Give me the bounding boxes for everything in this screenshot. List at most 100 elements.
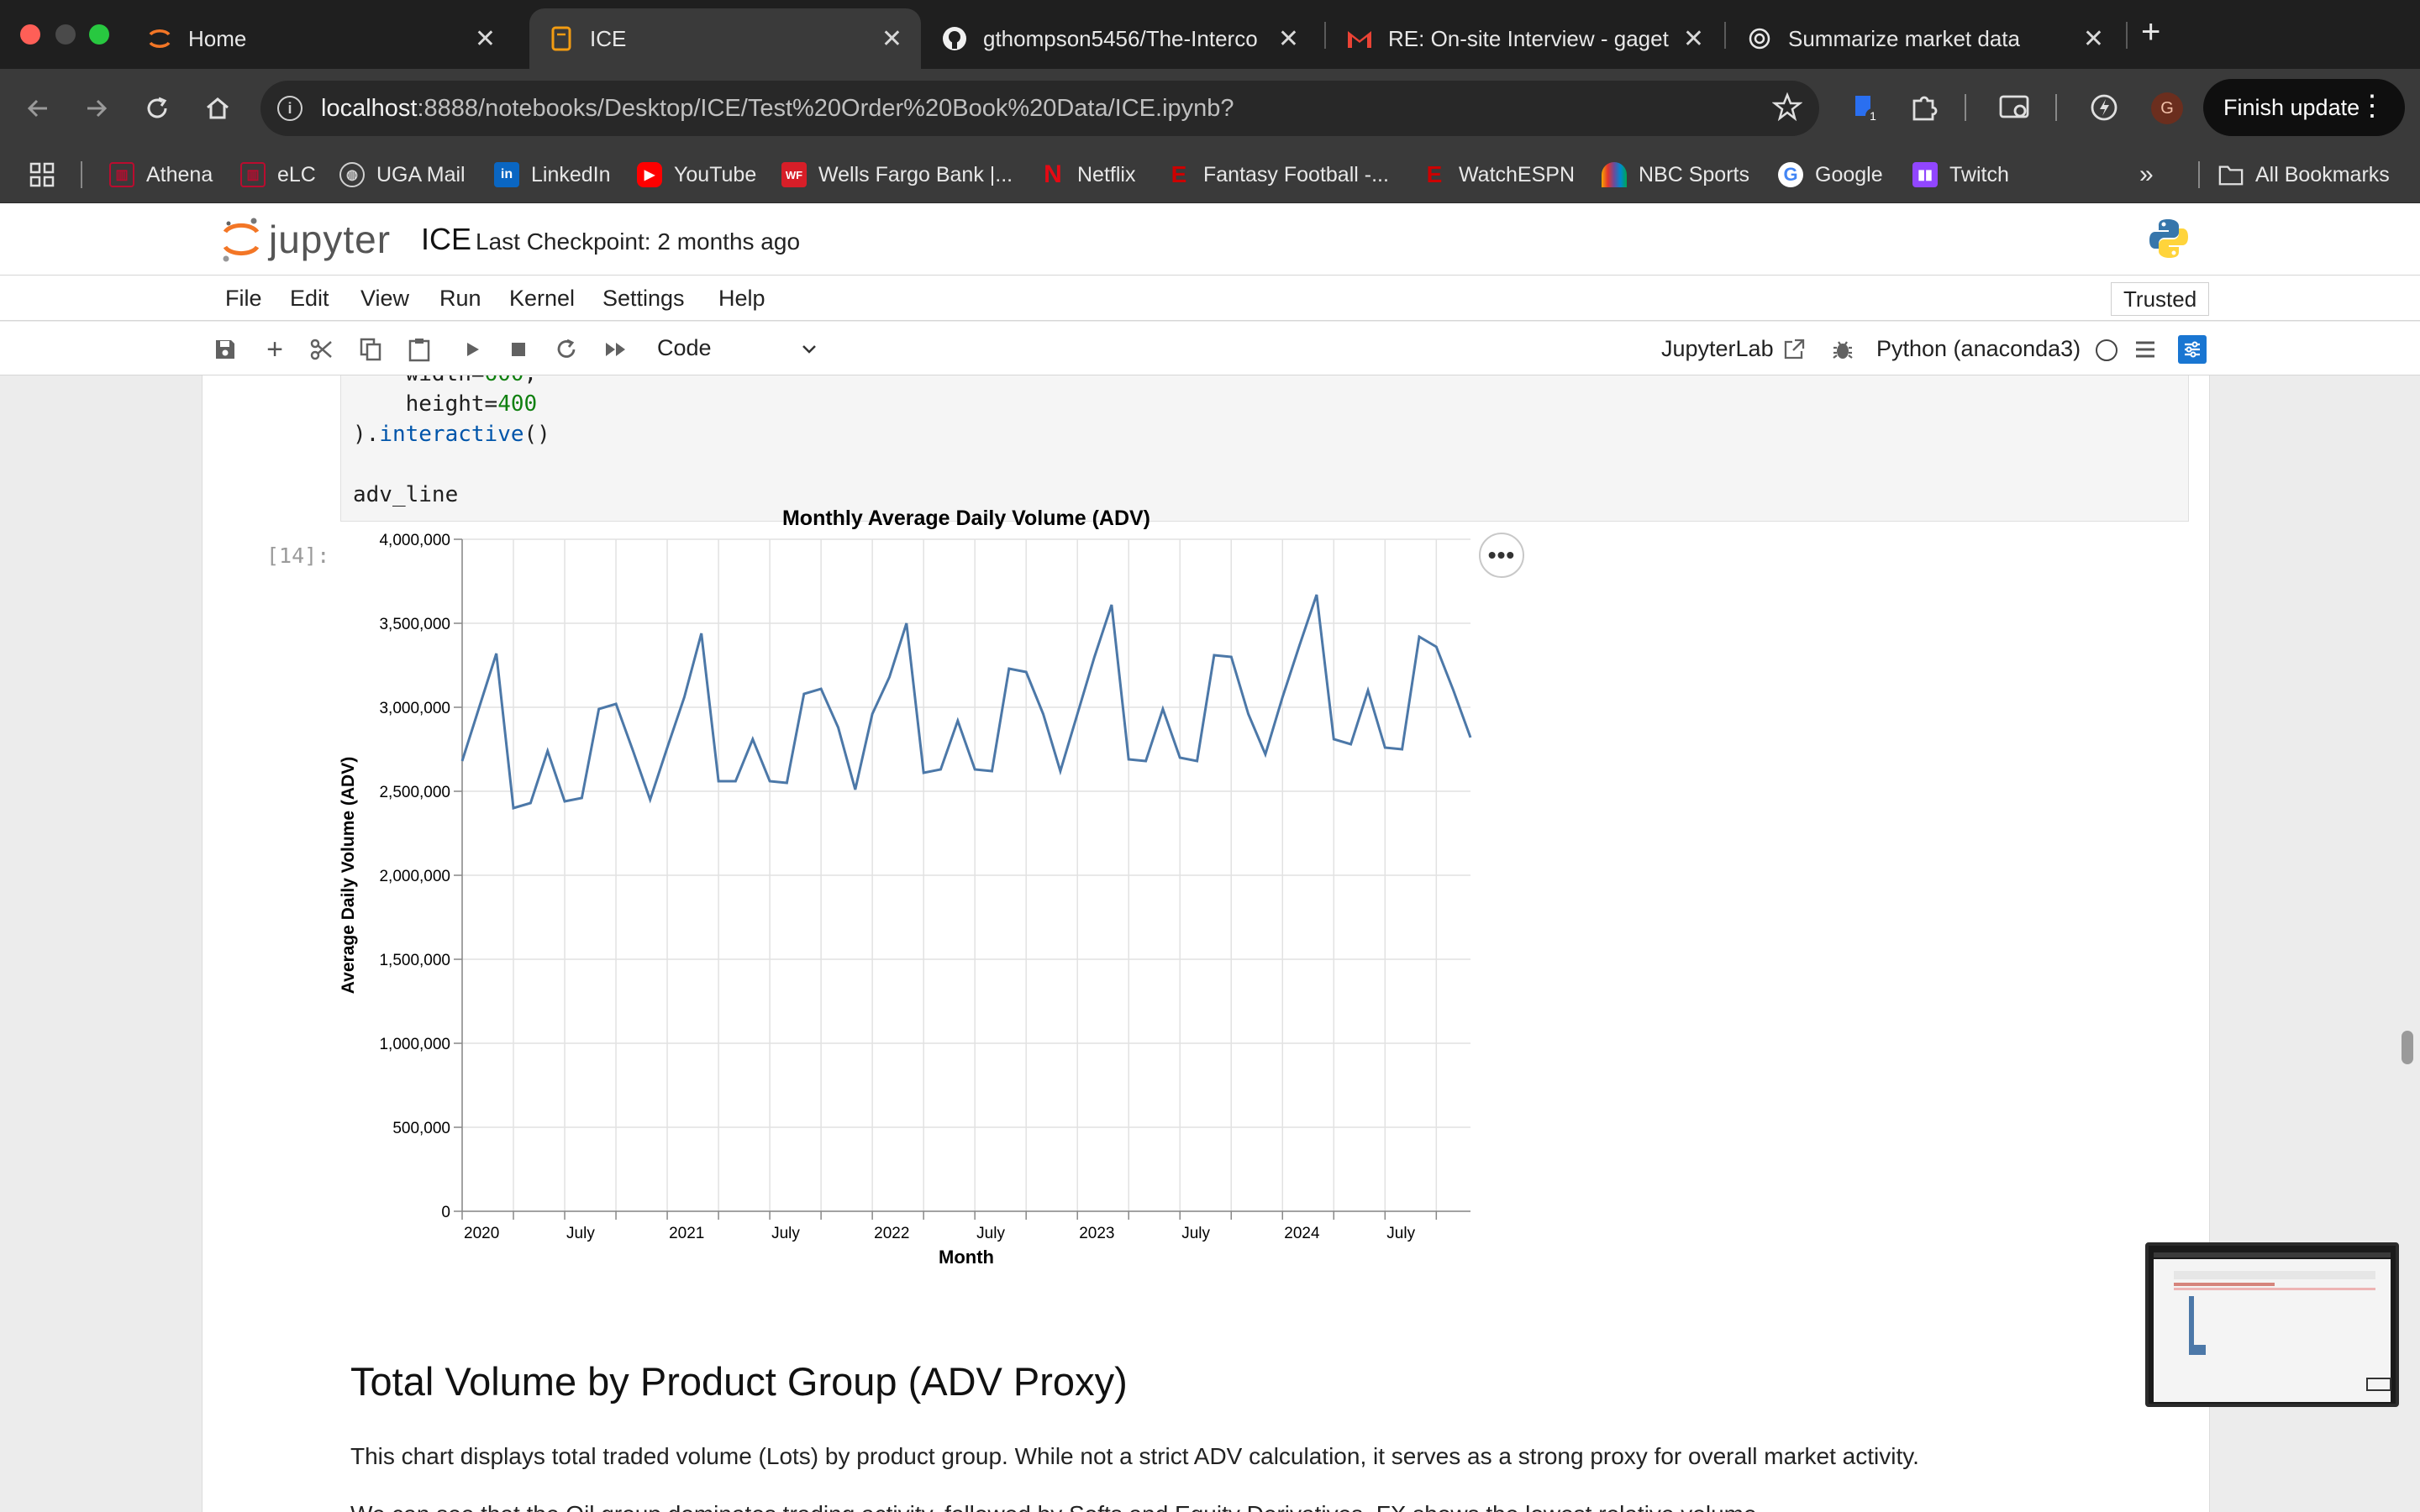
finish-update-button[interactable]: Finish update ⋮ bbox=[2203, 79, 2405, 136]
picture-in-picture-preview[interactable] bbox=[2145, 1242, 2399, 1407]
code-text: , bbox=[524, 375, 538, 386]
home-button[interactable] bbox=[197, 87, 239, 129]
menu-kernel[interactable]: Kernel bbox=[509, 286, 575, 312]
close-tab-icon[interactable]: ✕ bbox=[1683, 24, 1704, 54]
y-tick-label: 1,000,000 bbox=[379, 1036, 450, 1053]
kernel-status-idle-icon bbox=[2096, 339, 2118, 361]
python-logo-icon bbox=[2147, 217, 2191, 265]
chevron-down-icon bbox=[802, 344, 816, 354]
cell-type-select[interactable]: Code bbox=[657, 335, 819, 361]
menu-run[interactable]: Run bbox=[439, 286, 481, 312]
menu-settings[interactable]: Settings bbox=[602, 286, 685, 312]
code-text: () bbox=[523, 422, 550, 447]
reload-button[interactable] bbox=[136, 87, 178, 129]
trusted-indicator[interactable]: Trusted bbox=[2111, 282, 2210, 316]
notebook-toolbar: + Code JupyterLab Python (anaconda3) bbox=[0, 322, 2420, 375]
linkedin-icon: in bbox=[494, 162, 519, 187]
menu-view[interactable]: View bbox=[360, 286, 409, 312]
twitch-icon: ▮▮ bbox=[1912, 162, 1938, 187]
copy-icon[interactable] bbox=[356, 335, 385, 364]
bookmark-fantasy-football[interactable]: E Fantasy Football -... bbox=[1166, 158, 1389, 192]
site-info-icon[interactable]: i bbox=[277, 96, 302, 121]
bookmark-youtube[interactable]: ▶ YouTube bbox=[637, 158, 756, 192]
code-cell-input[interactable]: width=600, height=400 ).interactive() ad… bbox=[340, 375, 2189, 522]
close-tab-icon[interactable]: ✕ bbox=[475, 24, 496, 54]
kernel-name[interactable]: Python (anaconda3) bbox=[1876, 336, 2081, 362]
tab-separator bbox=[2126, 22, 2128, 49]
y-tick-label: 2,500,000 bbox=[379, 784, 450, 801]
menu-file[interactable]: File bbox=[225, 286, 262, 312]
extensions-puzzle-icon[interactable] bbox=[1904, 87, 1944, 128]
profile-avatar[interactable]: G bbox=[2151, 92, 2183, 124]
jupyter-icon bbox=[146, 25, 173, 52]
bookmark-linkedin[interactable]: in LinkedIn bbox=[494, 158, 611, 192]
debugger-bug-icon[interactable] bbox=[1828, 335, 1857, 364]
run-icon[interactable] bbox=[458, 335, 487, 364]
close-window-button[interactable] bbox=[20, 24, 40, 45]
menu-help[interactable]: Help bbox=[718, 286, 765, 312]
bookmark-star-icon[interactable] bbox=[1771, 92, 1803, 129]
bookmark-label: Twitch bbox=[1949, 162, 2009, 186]
markdown-paragraph: We can see that the Oil group dominates … bbox=[350, 1501, 1763, 1512]
bookmark-twitch[interactable]: ▮▮ Twitch bbox=[1912, 158, 2009, 192]
tab-gmail[interactable]: RE: On-site Interview - gaget ✕ bbox=[1328, 8, 1723, 69]
stop-icon[interactable] bbox=[504, 335, 533, 364]
url-bar[interactable]: i localhost:8888/notebooks/Desktop/ICE/T… bbox=[260, 81, 1819, 136]
close-tab-icon[interactable]: ✕ bbox=[2083, 24, 2104, 54]
bookmark-google[interactable]: G Google bbox=[1778, 158, 1883, 192]
close-tab-icon[interactable]: ✕ bbox=[881, 24, 902, 54]
paste-icon[interactable] bbox=[405, 335, 434, 364]
tab-chatgpt[interactable]: Summarize market data ✕ bbox=[1728, 8, 2123, 69]
minimize-window-button[interactable] bbox=[55, 24, 76, 45]
restart-icon[interactable] bbox=[552, 335, 581, 364]
back-button[interactable] bbox=[17, 87, 59, 129]
command-palette-icon[interactable] bbox=[2131, 335, 2160, 364]
forward-button[interactable] bbox=[76, 87, 118, 129]
tab-home[interactable]: Home ✕ bbox=[128, 8, 514, 69]
bookmarks-bar: ▥ Athena ▥ eLC ◍ UGA Mail in LinkedIn ▶ YouTu… bbox=[0, 146, 2420, 203]
uga-icon: ▥ bbox=[240, 162, 266, 187]
notebook-title[interactable]: ICE bbox=[421, 222, 471, 257]
bookmark-wells-fargo[interactable]: WF Wells Fargo Bank |... bbox=[781, 158, 1013, 192]
tab-github[interactable]: gthompson5456/The-Interco ✕ bbox=[923, 8, 1318, 69]
arrow-left-icon bbox=[27, 99, 47, 118]
bookmark-elc[interactable]: ▥ eLC bbox=[240, 158, 316, 192]
series-line-adv[interactable] bbox=[460, 594, 1472, 810]
bookmark-nbc-sports[interactable]: NBC Sports bbox=[1602, 158, 1749, 192]
bookmark-watchespn[interactable]: E WatchESPN bbox=[1422, 158, 1575, 192]
cut-icon[interactable] bbox=[308, 335, 336, 364]
close-tab-icon[interactable]: ✕ bbox=[1278, 24, 1299, 54]
external-link-icon bbox=[1784, 339, 1804, 359]
bookmark-label: UGA Mail bbox=[376, 162, 466, 186]
bookmark-athena[interactable]: ▥ Athena bbox=[109, 158, 213, 192]
gmail-icon bbox=[1346, 25, 1373, 52]
all-bookmarks-folder[interactable]: All Bookmarks bbox=[2218, 158, 2390, 192]
scrollbar-thumb[interactable] bbox=[2402, 1031, 2413, 1064]
password-manager-icon[interactable]: 1 bbox=[1845, 87, 1886, 128]
tab-ice[interactable]: ICE ✕ bbox=[529, 8, 921, 69]
open-jupyterlab-link[interactable]: JupyterLab bbox=[1661, 336, 1806, 362]
adv-line-chart[interactable]: Monthly Average Daily Volume (ADV) 0 500,… bbox=[337, 507, 1530, 1308]
globe-icon: ◍ bbox=[339, 162, 365, 187]
jupyter-logo[interactable]: jupyter bbox=[220, 215, 391, 264]
chart-actions-menu-button[interactable]: ••• bbox=[1479, 533, 1524, 578]
bookmark-uga-mail[interactable]: ◍ UGA Mail bbox=[339, 158, 466, 192]
tab-title: gthompson5456/The-Interco bbox=[983, 25, 1258, 51]
performance-icon[interactable] bbox=[2084, 87, 2124, 128]
new-tab-button[interactable]: + bbox=[2141, 13, 2160, 51]
bookmark-netflix[interactable]: N Netflix bbox=[1040, 158, 1135, 192]
insert-cell-icon[interactable]: + bbox=[260, 333, 289, 365]
y-tick-label: 1,500,000 bbox=[379, 952, 450, 969]
notebook-panel[interactable]: width=600, height=400 ).interactive() ad… bbox=[202, 375, 2210, 1512]
uga-icon: ▥ bbox=[109, 162, 134, 187]
reload-icon bbox=[147, 97, 167, 118]
menu-edit[interactable]: Edit bbox=[290, 286, 329, 312]
property-inspector-icon[interactable] bbox=[2178, 335, 2207, 364]
tab-search-icon[interactable] bbox=[1995, 87, 2035, 128]
zoom-window-button[interactable] bbox=[89, 24, 109, 45]
save-icon[interactable] bbox=[211, 335, 239, 364]
last-checkpoint: Last Checkpoint: 2 months ago bbox=[476, 228, 801, 255]
more-bookmarks-icon[interactable]: » bbox=[2139, 158, 2154, 192]
apps-grid-icon[interactable] bbox=[29, 158, 55, 192]
restart-run-all-icon[interactable] bbox=[602, 335, 630, 364]
